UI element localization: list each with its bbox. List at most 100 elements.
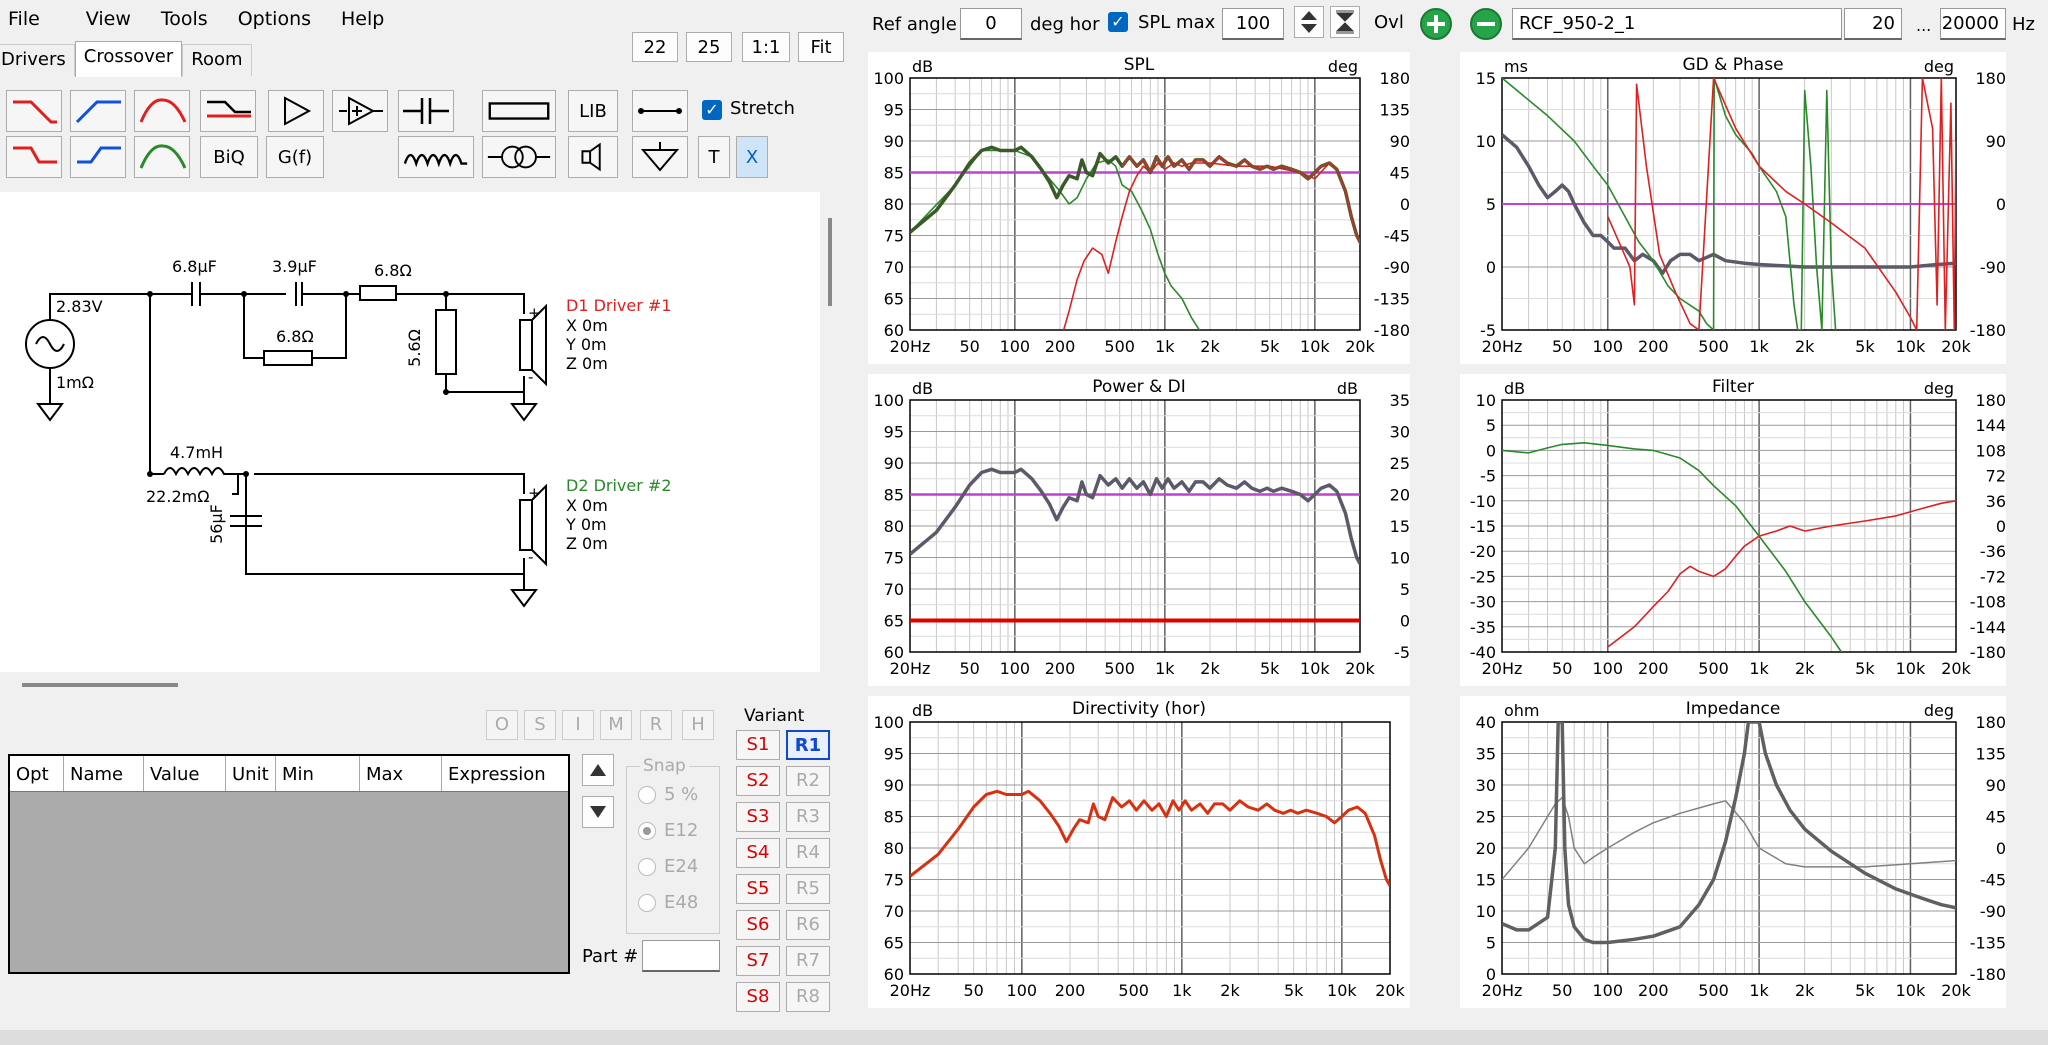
snap-5pct-radio[interactable]: 5 %	[638, 784, 698, 805]
lowpass2-tool[interactable]	[6, 136, 62, 178]
table-splitter[interactable]	[22, 683, 178, 687]
lock-i-button[interactable]: I	[562, 710, 594, 740]
tab-crossover[interactable]: Crossover	[74, 41, 183, 77]
y2-tick-label: 90	[1390, 132, 1410, 151]
variant-s4-button[interactable]: S4	[736, 838, 780, 868]
add-overlay-button[interactable]	[1420, 8, 1452, 40]
delete-tool[interactable]: X	[736, 136, 768, 178]
gd-chart[interactable]: 15 180 10 90 5 0 0 -90 -5 -180 20Hz 50 100 200 500 1k 2k…	[1460, 52, 2006, 364]
amplifier-tool[interactable]	[268, 90, 324, 132]
move-down-button[interactable]	[582, 796, 614, 828]
menu-options[interactable]: Options	[226, 8, 329, 30]
bandpass-green-tool[interactable]	[134, 136, 190, 178]
tab-drivers[interactable]: Drivers	[0, 44, 75, 76]
capacitor-tool[interactable]	[398, 90, 454, 132]
x-tick-label: 20Hz	[890, 981, 931, 1000]
lock-s-button[interactable]: S	[524, 710, 556, 740]
remove-overlay-button[interactable]	[1470, 8, 1502, 40]
power-chart[interactable]: 100 35 95 30 90 25 85 20 80 15 75 10 70 5 65 0 60 -5 20Hz 5…	[868, 374, 1410, 686]
spl-spin-button[interactable]	[1294, 6, 1324, 38]
col-max[interactable]: Max	[360, 756, 442, 791]
collapse-arrow-icon	[1335, 10, 1355, 34]
parameter-table[interactable]: Opt Name Value Unit Min Max Expression	[8, 754, 570, 974]
variant-s3-button[interactable]: S3	[736, 802, 780, 832]
variant-r4-button[interactable]: R4	[786, 838, 830, 868]
y-tick-label: -5	[1480, 467, 1496, 486]
spl-max-input[interactable]: 100	[1222, 8, 1284, 40]
lock-o-button[interactable]: O	[486, 710, 518, 740]
spl-fit-button[interactable]	[1330, 6, 1360, 38]
shelf-tool[interactable]	[200, 90, 256, 132]
y-tick-label: 75	[884, 549, 904, 568]
speaker-tool[interactable]	[568, 136, 618, 178]
filter-chart[interactable]: 10 180 5 144 0 108 -5 72 -10 36 -15 0 -20 -36 -25 -72 -3…	[1460, 374, 2006, 686]
variant-r8-button[interactable]: R8	[786, 982, 830, 1012]
menu-file[interactable]: File	[0, 8, 58, 30]
variant-s1-button[interactable]: S1	[736, 730, 780, 760]
variant-r1-button[interactable]: R1	[786, 730, 830, 760]
col-value[interactable]: Value	[144, 756, 226, 791]
spl-max-checkbox[interactable]: ✓	[1108, 12, 1128, 32]
radio-circle-selected	[638, 821, 656, 840]
ref-angle-input[interactable]: 0	[960, 8, 1022, 40]
library-button[interactable]: LIB	[568, 90, 618, 132]
lock-m-button[interactable]: M	[600, 710, 632, 740]
move-up-button[interactable]	[582, 754, 614, 786]
schematic-canvas[interactable]: 2.83V 1mΩ 6.8µF 3.9µF 6.8Ω 6.8Ω 5.6Ω 4.7…	[0, 192, 820, 672]
text-tool[interactable]: T	[698, 136, 730, 178]
gf-button[interactable]: G(f)	[266, 136, 324, 178]
freq-max-input[interactable]: 20000	[1940, 8, 2006, 40]
variant-r6-button[interactable]: R6	[786, 910, 830, 940]
dir-chart-svg: 100959085807570656020Hz 50 100 200 500 1k 2k 5k…	[873, 699, 1405, 1000]
menu-view[interactable]: View	[58, 8, 149, 30]
biquad-button[interactable]: BiQ	[200, 136, 258, 178]
wire-tool[interactable]	[632, 90, 688, 132]
highpass2-tool[interactable]	[70, 136, 126, 178]
x-tick-label: 20k	[1345, 337, 1375, 356]
x-tick-label: 20Hz	[890, 337, 931, 356]
freq-min-input[interactable]: 20	[1844, 8, 1902, 40]
dir-chart[interactable]: 100 95 90 85 80 75 70 65 60 20Hz 50 100 200 500 1k 2k 5k…	[868, 696, 1410, 1008]
buffer-tool[interactable]	[332, 90, 388, 132]
variant-r7-button[interactable]: R7	[786, 946, 830, 976]
variant-r3-button[interactable]: R3	[786, 802, 830, 832]
col-min[interactable]: Min	[276, 756, 360, 791]
variant-s2-button[interactable]: S2	[736, 766, 780, 796]
bandpass-red-tool[interactable]	[134, 90, 190, 132]
ground-tool[interactable]	[632, 136, 688, 178]
spl-chart[interactable]: 100 180 95 135 90 90 85 45 80 0 75 -45 70 -90 65 -135 60…	[868, 52, 1410, 364]
schematic-scrollbar[interactable]	[828, 218, 832, 306]
menu-help[interactable]: Help	[329, 8, 402, 30]
zoom-22-button[interactable]: 22	[632, 32, 678, 62]
variant-s6-button[interactable]: S6	[736, 910, 780, 940]
resistor-tool[interactable]	[482, 90, 556, 132]
part-number-input[interactable]	[642, 940, 720, 972]
zoom-fit-button[interactable]: Fit	[798, 32, 844, 62]
lowpass-red-tool[interactable]	[6, 90, 62, 132]
zoom-1to1-button[interactable]: 1:1	[742, 32, 790, 62]
stretch-checkbox[interactable]: ✓	[702, 100, 722, 120]
project-name-input[interactable]: RCF_950-2_1	[1512, 8, 1842, 40]
tab-room[interactable]: Room	[182, 44, 252, 76]
col-opt[interactable]: Opt	[10, 756, 64, 791]
col-name[interactable]: Name	[64, 756, 144, 791]
col-expression[interactable]: Expression	[442, 756, 568, 791]
inductor-tool[interactable]	[398, 136, 474, 178]
snap-e24-radio[interactable]: E24	[638, 856, 698, 877]
variant-r2-button[interactable]: R2	[786, 766, 830, 796]
transformer-tool[interactable]	[482, 136, 556, 178]
snap-e12-radio[interactable]: E12	[638, 820, 698, 841]
variant-r5-button[interactable]: R5	[786, 874, 830, 904]
imp-chart[interactable]: 40 180 35 135 30 90 25 45 20 0 15 -45 10 -90 5 -135 0 -18…	[1460, 696, 2006, 1008]
zoom-25-button[interactable]: 25	[686, 32, 732, 62]
lock-h-button[interactable]: H	[682, 710, 714, 740]
col-unit[interactable]: Unit	[226, 756, 276, 791]
menu-tools[interactable]: Tools	[149, 8, 226, 30]
variant-s7-button[interactable]: S7	[736, 946, 780, 976]
lock-r-button[interactable]: R	[640, 710, 672, 740]
highpass-blue-tool[interactable]	[70, 90, 126, 132]
snap-e48-radio[interactable]: E48	[638, 892, 698, 913]
variant-s8-button[interactable]: S8	[736, 982, 780, 1012]
variant-s5-button[interactable]: S5	[736, 874, 780, 904]
y-tick-label: 10	[1476, 902, 1496, 921]
